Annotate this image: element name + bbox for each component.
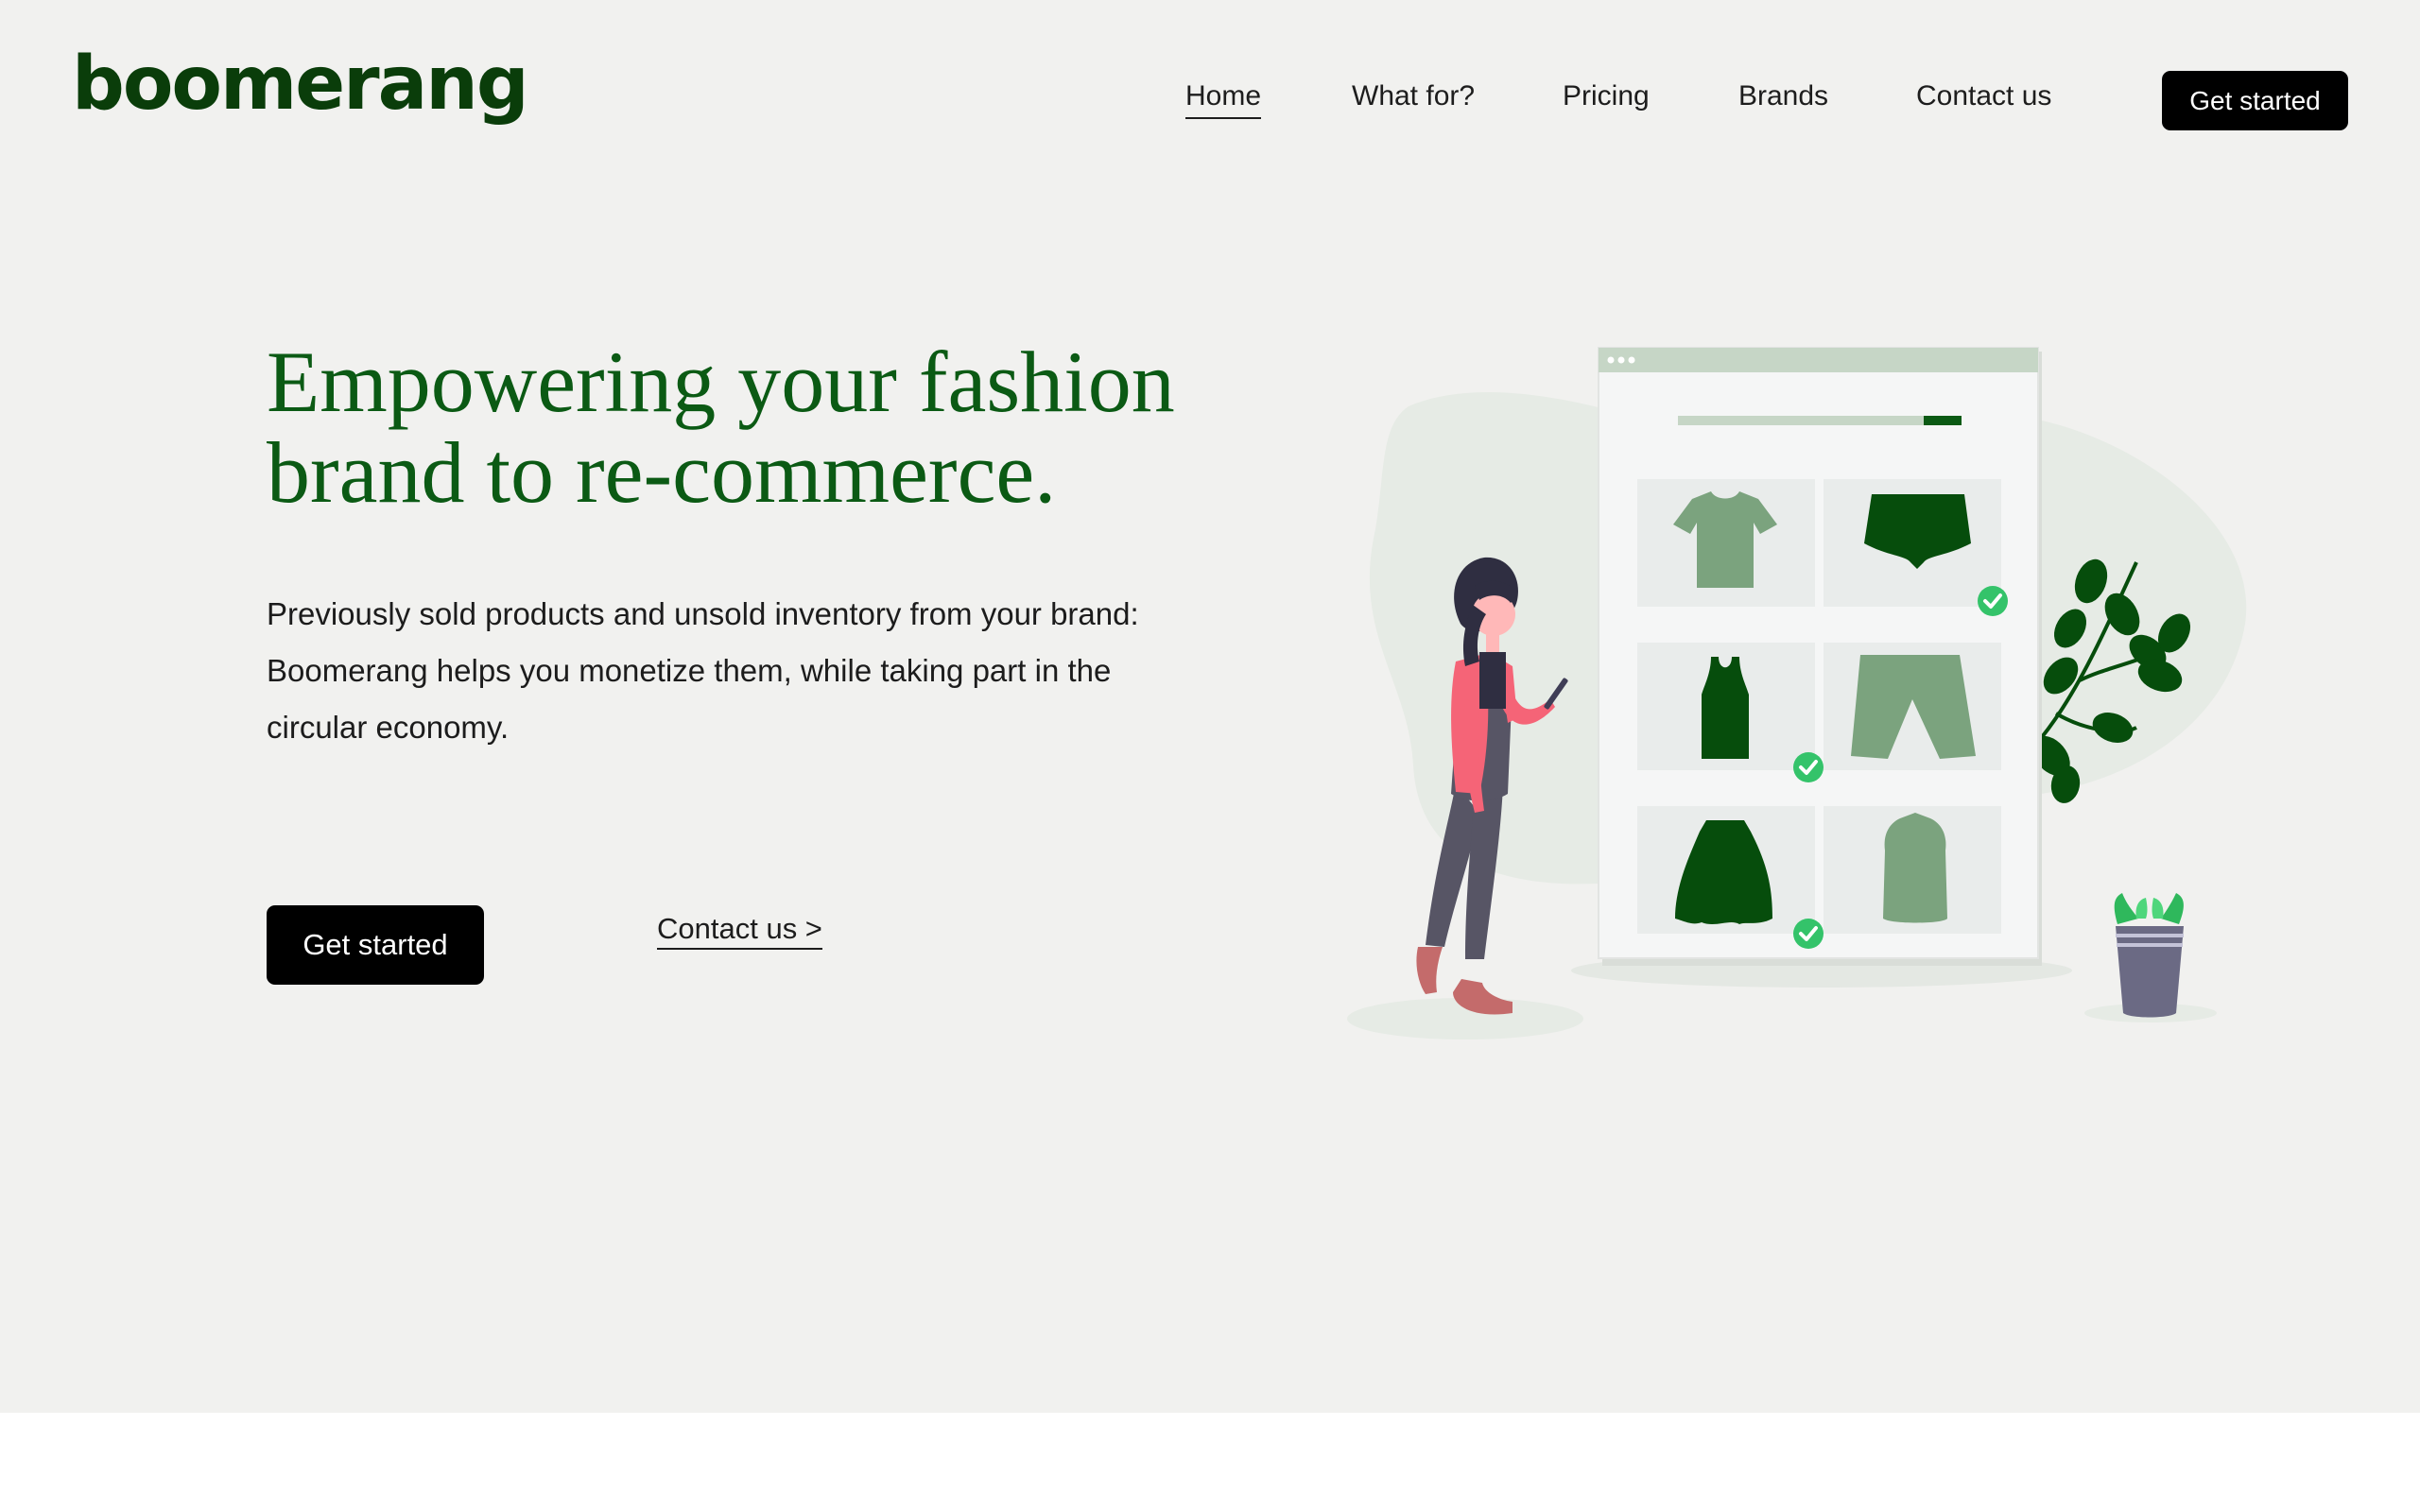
potted-plant-icon bbox=[2114, 893, 2184, 1018]
catalog-window bbox=[1598, 347, 2042, 966]
hero-contact-link[interactable]: Contact us > bbox=[657, 912, 822, 950]
check-icon bbox=[1793, 919, 1824, 949]
nav-pricing[interactable]: Pricing bbox=[1563, 79, 1650, 113]
hero-description-line-2: Boomerang helps you monetize them, while… bbox=[267, 653, 1112, 688]
nav-what-for[interactable]: What for? bbox=[1352, 79, 1475, 113]
hero-description-line-1: Previously sold products and unsold inve… bbox=[267, 596, 1139, 631]
check-icon bbox=[1978, 586, 2008, 616]
check-icon bbox=[1793, 752, 1824, 782]
hero-headline-line-2: brand to re-commerce. bbox=[267, 424, 1057, 521]
vest-icon bbox=[1883, 813, 1947, 923]
hero-description-line-3: circular economy. bbox=[267, 710, 510, 745]
hero-get-started-button[interactable]: Get started bbox=[267, 905, 484, 985]
nav-contact-us[interactable]: Contact us bbox=[1916, 79, 2051, 113]
nav-brands[interactable]: Brands bbox=[1738, 79, 1828, 113]
brand-logo[interactable]: boomerang bbox=[72, 47, 529, 121]
hero-headline-line-1: Empowering your fashion bbox=[267, 334, 1175, 430]
nav-home[interactable]: Home bbox=[1185, 79, 1262, 119]
hero-description: Previously sold products and unsold inve… bbox=[267, 586, 1259, 756]
hero-section: boomerang Home What for? Pricing Brands … bbox=[0, 0, 2420, 1413]
hero-headline: Empowering your fashion brand to re-comm… bbox=[267, 336, 1306, 518]
hero-illustration bbox=[1347, 347, 2247, 1040]
page: boomerang Home What for? Pricing Brands … bbox=[0, 0, 2420, 1512]
nav-get-started-button[interactable]: Get started bbox=[2162, 71, 2348, 130]
